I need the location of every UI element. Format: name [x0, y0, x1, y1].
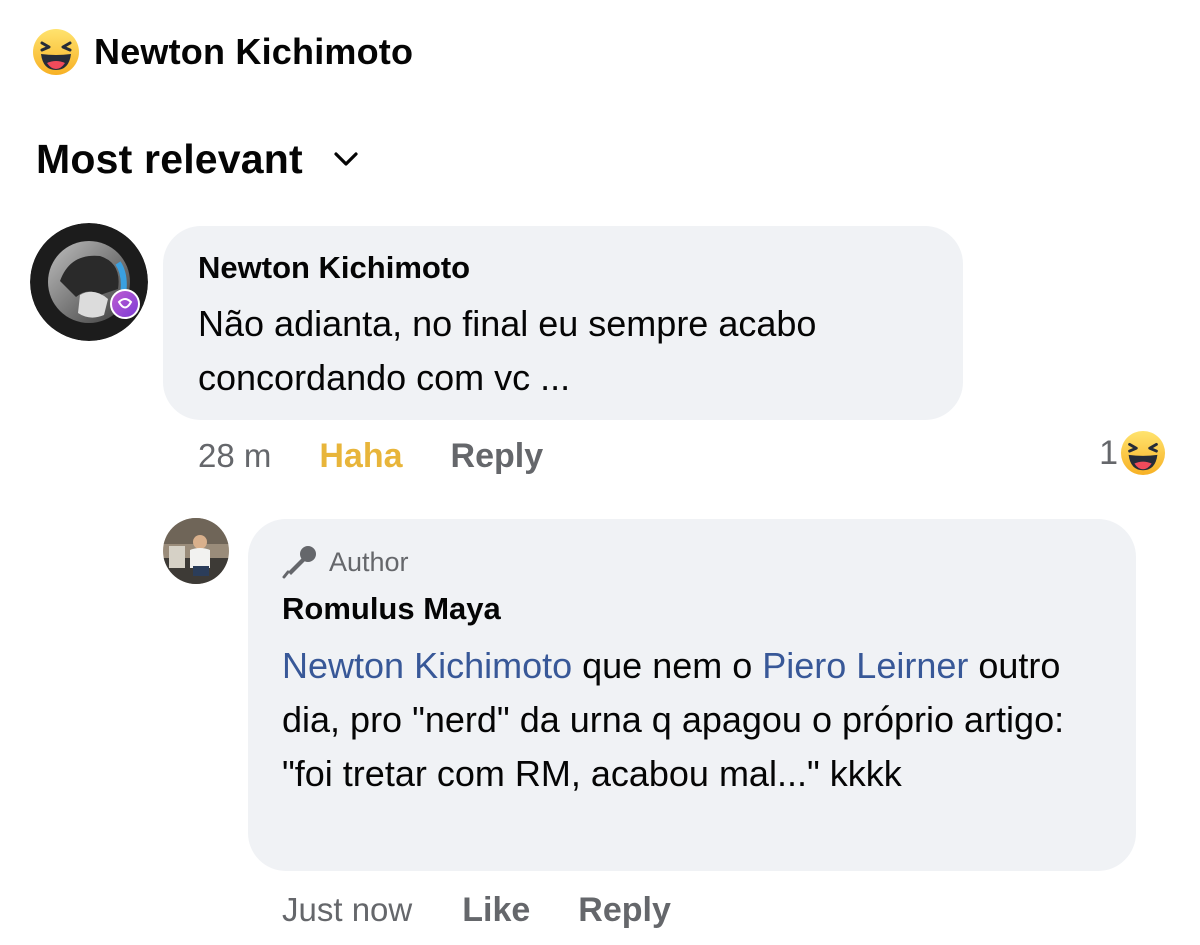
author-badge-label: Author — [329, 546, 409, 577]
reply-button[interactable]: Reply — [578, 891, 671, 930]
reply-text-part: que nem o — [572, 645, 763, 686]
sort-label: Most relevant — [36, 135, 303, 182]
reactor-name[interactable]: Newton Kichimoto — [94, 31, 413, 73]
comment-bubble: Newton Kichimoto Não adianta, no final e… — [163, 226, 963, 420]
reply-time[interactable]: Just now — [282, 891, 412, 929]
comment-text: Não adianta, no final eu sempre acabo co… — [198, 303, 817, 398]
mention-link[interactable]: Newton Kichimoto — [282, 645, 572, 686]
reply-bubble: Author Romulus Maya Newton Kichimoto que… — [248, 519, 1136, 871]
comment-author[interactable]: Newton Kichimoto — [198, 250, 470, 286]
author-badge: Author — [281, 545, 409, 579]
reply-author[interactable]: Romulus Maya — [282, 591, 501, 627]
mention-link[interactable]: Piero Leirner — [762, 645, 968, 686]
avatar[interactable] — [30, 223, 148, 341]
haha-reaction-button[interactable]: Haha — [319, 437, 402, 476]
microphone-icon — [282, 546, 316, 579]
like-button[interactable]: Like — [462, 891, 530, 930]
haha-emoji-icon — [33, 29, 79, 75]
reply-actions: Just now Like Reply — [282, 887, 671, 933]
chevron-down-icon — [334, 152, 358, 166]
sort-dropdown[interactable]: Most relevant — [36, 132, 359, 186]
haha-emoji-icon — [1120, 430, 1166, 476]
reaction-count: 1 — [1099, 433, 1118, 472]
reaction-summary[interactable]: 1 — [1099, 430, 1166, 476]
reply-avatar[interactable] — [163, 518, 229, 584]
comment-actions: 28 m Haha Reply — [198, 433, 543, 479]
comment-time[interactable]: 28 m — [198, 437, 271, 475]
reactor-row: Newton Kichimoto — [32, 26, 413, 78]
reply-button[interactable]: Reply — [451, 437, 544, 476]
avatar-image — [30, 223, 148, 341]
reply-text: Newton Kichimoto que nem o Piero Leirner… — [282, 639, 1112, 801]
avatar-image — [163, 518, 229, 584]
